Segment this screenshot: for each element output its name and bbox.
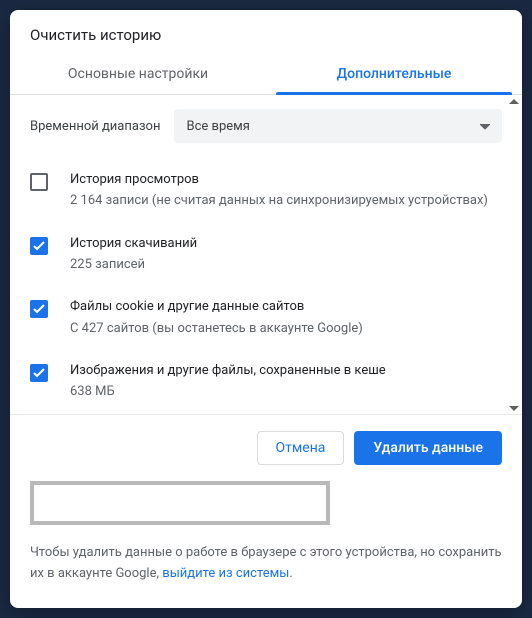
dialog-content: Временной диапазон Все время История про… bbox=[10, 95, 522, 415]
time-range-select[interactable]: Все время bbox=[174, 109, 502, 143]
option-text: История просмотров 2 164 записи (не счита… bbox=[70, 171, 488, 211]
clear-history-dialog: Очистить историю Основные настройки Допо… bbox=[10, 10, 522, 608]
option-sublabel: С 427 сайтов (вы останетесь в аккаунте G… bbox=[70, 319, 363, 339]
time-range-label: Временной диапазон bbox=[30, 119, 160, 134]
clear-data-button[interactable]: Удалить данные bbox=[354, 431, 502, 465]
dialog-actions: Отмена Удалить данные bbox=[10, 415, 522, 481]
checkbox-cookies[interactable] bbox=[30, 300, 48, 318]
time-range-row: Временной диапазон Все время bbox=[30, 109, 502, 143]
sign-out-link[interactable]: выйдите из системы bbox=[162, 566, 289, 581]
scroll-up-icon[interactable] bbox=[509, 99, 519, 104]
option-label: История скачиваний bbox=[70, 235, 197, 253]
option-label: Файлы cookie и другие данные сайтов bbox=[70, 298, 363, 316]
option-cookies: Файлы cookie и другие данные сайтов С 427… bbox=[30, 288, 502, 352]
option-downloads: История скачиваний 225 записей bbox=[30, 225, 502, 289]
checkbox-downloads[interactable] bbox=[30, 237, 48, 255]
option-sublabel: 638 МБ bbox=[70, 382, 386, 402]
tabs: Основные настройки Дополнительные bbox=[10, 54, 522, 95]
option-label: Изображения и другие файлы, сохраненные … bbox=[70, 362, 386, 380]
chevron-down-icon bbox=[480, 119, 490, 134]
search-outline-box bbox=[30, 481, 330, 525]
footer-note: Чтобы удалить данные о работе в браузере… bbox=[10, 539, 522, 603]
time-range-value: Все время bbox=[186, 119, 249, 134]
option-label: История просмотров bbox=[70, 171, 488, 189]
option-sublabel: 2 164 записи (не считая данных на синхро… bbox=[70, 191, 488, 211]
checkbox-browsing[interactable] bbox=[30, 173, 48, 191]
footer-text-after: . bbox=[289, 566, 292, 581]
option-text: История скачиваний 225 записей bbox=[70, 235, 197, 275]
tab-basic[interactable]: Основные настройки bbox=[10, 54, 266, 94]
dialog-title: Очистить историю bbox=[10, 10, 522, 54]
tab-advanced[interactable]: Дополнительные bbox=[266, 54, 522, 94]
option-sublabel: 225 записей bbox=[70, 255, 197, 275]
option-text: Файлы cookie и другие данные сайтов С 427… bbox=[70, 298, 363, 338]
option-text: Изображения и другие файлы, сохраненные … bbox=[70, 362, 386, 402]
option-cache: Изображения и другие файлы, сохраненные … bbox=[30, 352, 502, 415]
option-browsing: История просмотров 2 164 записи (не счита… bbox=[30, 161, 502, 225]
cancel-button[interactable]: Отмена bbox=[257, 431, 345, 465]
scrollbar[interactable] bbox=[508, 99, 520, 411]
checkbox-cache[interactable] bbox=[30, 364, 48, 382]
scroll-down-icon[interactable] bbox=[509, 406, 519, 411]
